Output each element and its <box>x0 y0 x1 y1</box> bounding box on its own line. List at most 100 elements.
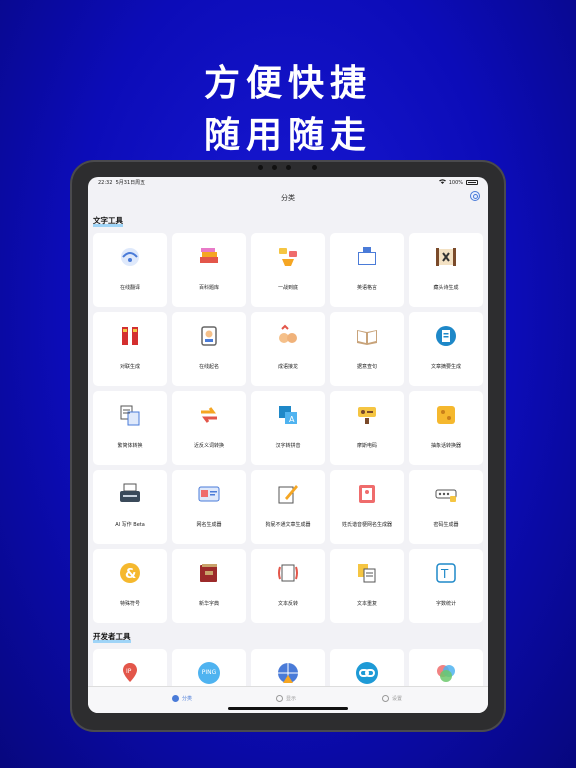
couplet-icon <box>118 324 142 348</box>
tool-card-label: 英语格言 <box>356 285 377 291</box>
tool-card[interactable]: 在线起名 <box>172 312 246 386</box>
tool-card[interactable]: 在线翻译 <box>93 233 167 307</box>
morse-code-icon <box>355 403 379 427</box>
link-icon <box>355 661 379 685</box>
tool-card-label: 汉字转拼音 <box>275 443 301 449</box>
text-repeat-icon <box>355 561 379 585</box>
tool-card[interactable]: 一战到底 <box>251 233 325 307</box>
tool-card[interactable]: 新华字典 <box>172 549 246 623</box>
wifi-icon <box>438 179 446 186</box>
tool-card[interactable]: IP <box>93 649 167 691</box>
nav-bar: 分类 <box>88 187 488 207</box>
tool-card[interactable]: 据意查句 <box>330 312 404 386</box>
tool-card-label: 对联生成 <box>119 364 140 370</box>
quiz-trophy-icon <box>276 245 300 269</box>
svg-text:A: A <box>289 415 295 424</box>
name-badge-icon <box>197 324 221 348</box>
home-indicator <box>228 707 348 710</box>
ping-badge-text: PING <box>201 669 217 676</box>
tool-card[interactable] <box>409 649 483 691</box>
camera-dot <box>312 165 317 170</box>
tool-card[interactable]: AI 写作 Beta <box>93 470 167 544</box>
convert-doc-icon <box>118 403 142 427</box>
tool-card[interactable]: 藏头诗生成 <box>409 233 483 307</box>
contact-book-icon <box>355 482 379 506</box>
password-icon <box>434 482 458 506</box>
tool-card[interactable]: 近反义词转换 <box>172 391 246 465</box>
section-title-dev-tools: 开发者工具 <box>93 632 131 643</box>
tool-card-label: 藏头诗生成 <box>433 285 459 291</box>
battery-icon <box>466 180 478 185</box>
tab-category[interactable]: 分类 <box>172 695 192 702</box>
headline-line-1: 方便快捷 <box>203 62 372 104</box>
tool-card-label: 摩斯电码 <box>356 443 377 449</box>
books-stack-icon <box>197 245 221 269</box>
tool-card[interactable]: 文本重复 <box>330 549 404 623</box>
tool-card-label: 近反义词转换 <box>193 443 224 449</box>
tool-card-label: 狗屁不通文章生成器 <box>265 522 311 528</box>
scroll-poem-icon <box>434 245 458 269</box>
tab-settings[interactable]: 设置 <box>382 695 402 702</box>
tool-card[interactable]: A 汉字转拼音 <box>251 391 325 465</box>
status-time: 22:32 5月31日周五 <box>98 180 146 186</box>
svg-text:T: T <box>440 567 449 581</box>
svg-text:&: & <box>125 567 136 582</box>
word-count-icon: T <box>434 561 458 585</box>
tool-card[interactable]: T 字数统计 <box>409 549 483 623</box>
tool-card-label: 特殊符号 <box>119 601 140 607</box>
hands-icon <box>276 324 300 348</box>
tool-card[interactable]: 成语接龙 <box>251 312 325 386</box>
page-title: 分类 <box>281 194 295 202</box>
tool-card-label: 网名生成器 <box>196 522 222 528</box>
tool-card[interactable]: 摩斯电码 <box>330 391 404 465</box>
tool-card-label: 成语接龙 <box>277 364 298 370</box>
tool-card[interactable]: 繁简体转换 <box>93 391 167 465</box>
battery-percent: 100% <box>448 179 463 186</box>
id-card-icon <box>197 482 221 506</box>
camera-dot <box>286 165 291 170</box>
camera-dot <box>258 165 263 170</box>
tool-card[interactable]: 英语格言 <box>330 233 404 307</box>
tab-display[interactable]: 显示 <box>276 695 296 702</box>
pinyin-icon: A <box>276 403 300 427</box>
tool-card[interactable]: 对联生成 <box>93 312 167 386</box>
tool-card-label: 密码生成器 <box>433 522 459 528</box>
tool-card[interactable]: 抽象话转换器 <box>409 391 483 465</box>
category-tab-icon <box>172 695 179 702</box>
tool-card-label: 在线翻译 <box>119 285 140 291</box>
ip-location-icon: IP <box>118 661 142 685</box>
tool-card-label: 百科题库 <box>198 285 219 291</box>
settings-tab-icon <box>382 695 389 702</box>
tool-card[interactable]: 网名生成器 <box>172 470 246 544</box>
tool-card[interactable]: PING <box>172 649 246 691</box>
ampersand-icon: & <box>118 561 142 585</box>
tool-card[interactable]: 密码生成器 <box>409 470 483 544</box>
open-book-icon <box>355 324 379 348</box>
swap-arrows-icon <box>197 403 221 427</box>
tool-card[interactable]: 文本反转 <box>251 549 325 623</box>
rgb-circles-icon <box>434 661 458 685</box>
search-icon[interactable] <box>470 191 480 201</box>
dev-tools-grid: IP PING <box>93 649 483 691</box>
tool-card[interactable]: & 特殊符号 <box>93 549 167 623</box>
tool-card[interactable]: 百科题库 <box>172 233 246 307</box>
text-tools-grid: 在线翻译 百科题库 一战到底 英语格言 藏头诗生成对联生成 在线起名 成语接龙 据意查句 文章摘… <box>93 233 483 623</box>
tool-card-label: 抽象话转换器 <box>430 443 461 449</box>
tool-card-label: 新华字典 <box>198 601 219 607</box>
display-tab-icon <box>276 695 283 702</box>
dictionary-icon <box>197 561 221 585</box>
app-screen: 22:32 5月31日周五 100% 分类 文字工具 在线翻译 百科题库 一战到底 英… <box>88 177 488 713</box>
tool-card-label: 字数统计 <box>435 601 456 607</box>
tool-card[interactable] <box>330 649 404 691</box>
tool-card[interactable]: 文章摘要生成 <box>409 312 483 386</box>
translate-globe-icon <box>118 245 142 269</box>
status-bar: 22:32 5月31日周五 100% <box>88 177 488 187</box>
tool-card[interactable] <box>251 649 325 691</box>
svg-text:IP: IP <box>126 668 132 675</box>
ping-icon: PING <box>197 661 221 685</box>
tab-bar: 分类 显示 设置 <box>88 686 488 713</box>
tool-card[interactable]: 狗屁不通文章生成器 <box>251 470 325 544</box>
camera-dot <box>272 165 277 170</box>
tool-card[interactable]: 姓氏谐音梗网名生成器 <box>330 470 404 544</box>
tool-card-label: 文章摘要生成 <box>430 364 461 370</box>
